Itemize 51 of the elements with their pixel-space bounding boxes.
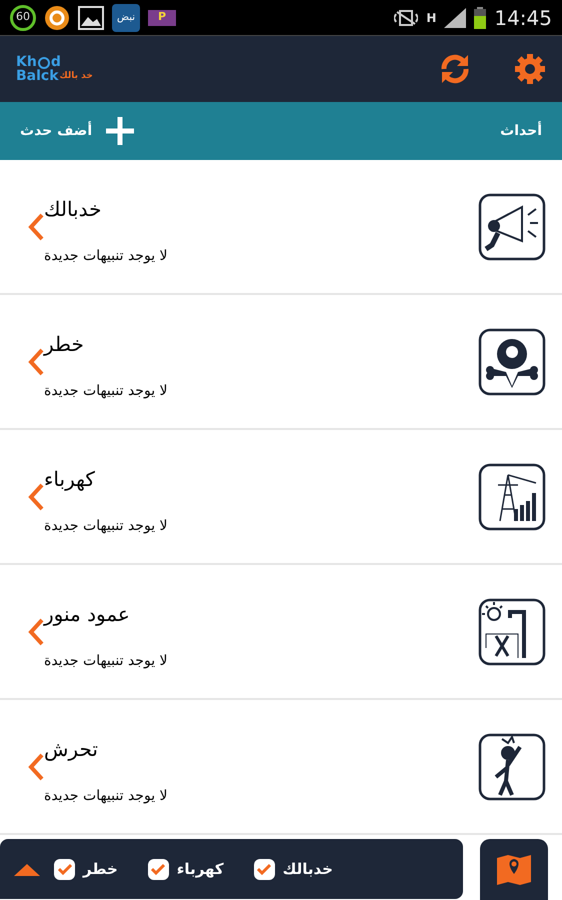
event-status: لا يوجد تنبيهات جديدة bbox=[44, 382, 168, 401]
clock: 14:45 bbox=[494, 4, 552, 32]
megaphone-icon bbox=[478, 192, 546, 260]
app-circle-icon bbox=[44, 4, 70, 30]
checkbox[interactable] bbox=[54, 858, 75, 880]
parking-app-icon: P bbox=[148, 10, 176, 26]
event-title: كهرباء bbox=[44, 466, 95, 493]
battery-icon bbox=[474, 6, 486, 28]
check-icon bbox=[257, 863, 272, 875]
expand-up-icon[interactable] bbox=[14, 862, 40, 876]
chevron-icon bbox=[28, 212, 44, 240]
pylon-icon bbox=[478, 462, 546, 530]
check-icon bbox=[151, 863, 166, 875]
event-row[interactable]: خطر لا يوجد تنبيهات جديدة bbox=[0, 295, 562, 430]
event-row[interactable]: تحرش لا يوجد تنبيهات جديدة bbox=[0, 700, 562, 835]
vibrate-icon bbox=[394, 8, 418, 28]
map-pin-icon bbox=[496, 854, 532, 886]
event-title: خطر bbox=[44, 331, 84, 358]
event-row[interactable]: خدبالك لا يوجد تنبيهات جديدة bbox=[0, 160, 562, 295]
skull-pin-icon bbox=[478, 328, 546, 396]
event-row[interactable]: عمود منور لا يوجد تنبيهات جديدة bbox=[0, 565, 562, 700]
news-app-icon: نبض bbox=[112, 4, 140, 32]
event-status: لا يوجد تنبيهات جديدة bbox=[44, 652, 168, 671]
event-row[interactable]: كهرباء لا يوجد تنبيهات جديدة bbox=[0, 430, 562, 565]
map-button[interactable] bbox=[480, 839, 548, 900]
section-title: أحداث bbox=[500, 120, 542, 140]
chevron-icon bbox=[28, 348, 44, 376]
chevron-icon bbox=[28, 618, 44, 646]
battery-ring-icon: 60 bbox=[10, 4, 36, 30]
event-status: لا يوجد تنبيهات جديدة bbox=[44, 247, 168, 266]
checkbox[interactable] bbox=[148, 858, 169, 880]
network-type: H bbox=[426, 10, 436, 26]
event-title: عمود منور bbox=[44, 601, 130, 628]
add-event-button[interactable]: أضف حدث bbox=[20, 117, 134, 145]
filter-toggle[interactable]: خطر bbox=[54, 858, 118, 880]
image-icon bbox=[78, 6, 104, 30]
chevron-icon bbox=[28, 752, 44, 780]
checkbox[interactable] bbox=[254, 858, 275, 880]
event-title: تحرش bbox=[44, 736, 98, 763]
check-icon bbox=[58, 863, 72, 875]
person-alarm-icon bbox=[478, 732, 546, 800]
event-status: لا يوجد تنبيهات جديدة bbox=[44, 787, 168, 806]
event-status: لا يوجد تنبيهات جديدة bbox=[44, 517, 168, 536]
chevron-icon bbox=[28, 482, 44, 510]
filter-toggle[interactable]: خدبالك bbox=[254, 858, 333, 880]
filter-toggle[interactable]: كهرباء bbox=[148, 858, 224, 880]
street-lamp-icon bbox=[478, 598, 546, 666]
signal-icon bbox=[444, 8, 466, 28]
event-title: خدبالك bbox=[44, 196, 102, 223]
plus-icon bbox=[106, 117, 134, 145]
settings-icon[interactable] bbox=[514, 53, 546, 85]
